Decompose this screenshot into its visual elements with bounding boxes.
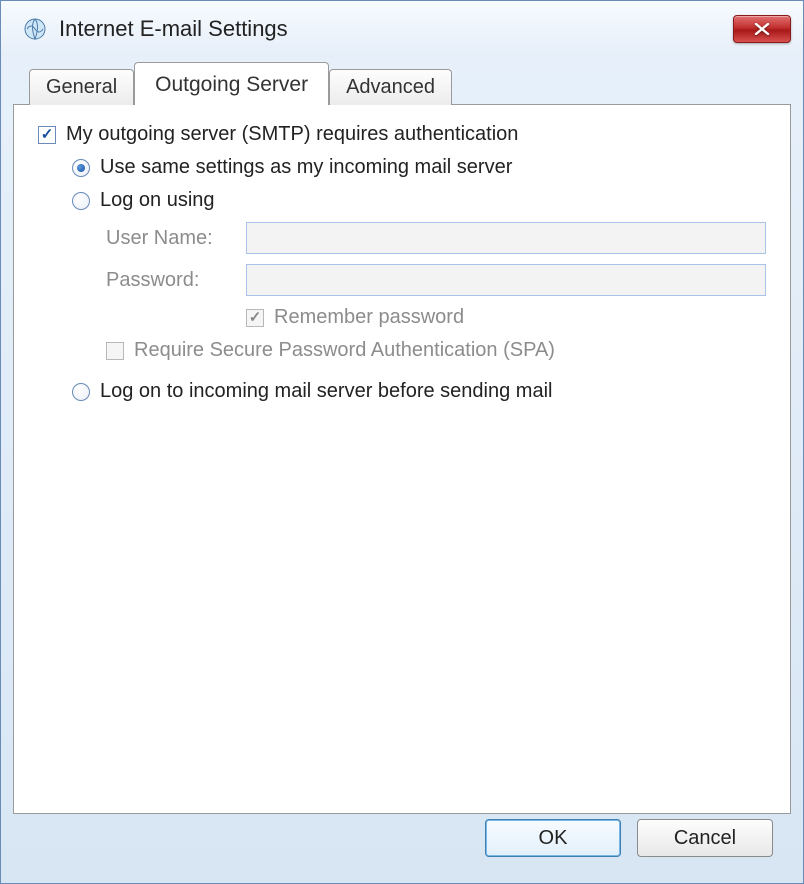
tab-general[interactable]: General — [29, 69, 134, 105]
use-same-label: Use same settings as my incoming mail se… — [100, 156, 512, 179]
dialog-window: Internet E-mail Settings General Outgoin… — [0, 0, 804, 884]
cancel-button[interactable]: Cancel — [637, 819, 773, 857]
ok-button[interactable]: OK — [485, 819, 621, 857]
password-row: Password: — [106, 264, 766, 296]
remember-password-checkbox — [246, 309, 264, 327]
use-same-row: Use same settings as my incoming mail se… — [72, 156, 766, 179]
logon-incoming-radio[interactable] — [72, 383, 90, 401]
remember-row: Remember password — [246, 306, 766, 329]
close-button[interactable] — [733, 15, 791, 43]
log-on-row: Log on using — [72, 189, 766, 212]
username-row: User Name: — [106, 222, 766, 254]
username-label: User Name: — [106, 227, 246, 250]
titlebar: Internet E-mail Settings — [1, 1, 803, 57]
use-same-radio[interactable] — [72, 159, 90, 177]
log-on-radio[interactable] — [72, 192, 90, 210]
smtp-auth-checkbox[interactable] — [38, 126, 56, 144]
smtp-auth-label: My outgoing server (SMTP) requires authe… — [66, 123, 518, 146]
password-input[interactable] — [246, 264, 766, 296]
log-on-label: Log on using — [100, 189, 215, 212]
password-label: Password: — [106, 269, 246, 292]
dialog-buttons: OK Cancel — [467, 805, 791, 871]
tab-advanced[interactable]: Advanced — [329, 69, 452, 105]
logon-incoming-label: Log on to incoming mail server before se… — [100, 380, 552, 403]
spa-row: Require Secure Password Authentication (… — [106, 339, 766, 362]
app-icon — [21, 15, 49, 43]
client-area: General Outgoing Server Advanced My outg… — [13, 61, 791, 871]
remember-password-label: Remember password — [274, 306, 464, 329]
log-on-fields: User Name: Password: Remember password R… — [106, 222, 766, 362]
tab-outgoing-server[interactable]: Outgoing Server — [134, 62, 329, 105]
tab-panel-outgoing: My outgoing server (SMTP) requires authe… — [13, 104, 791, 814]
tab-strip: General Outgoing Server Advanced — [29, 61, 791, 104]
username-input[interactable] — [246, 222, 766, 254]
logon-incoming-row: Log on to incoming mail server before se… — [72, 380, 766, 403]
spa-label: Require Secure Password Authentication (… — [134, 339, 555, 362]
smtp-auth-row: My outgoing server (SMTP) requires authe… — [38, 123, 766, 146]
spa-checkbox — [106, 342, 124, 360]
window-title: Internet E-mail Settings — [59, 16, 733, 42]
